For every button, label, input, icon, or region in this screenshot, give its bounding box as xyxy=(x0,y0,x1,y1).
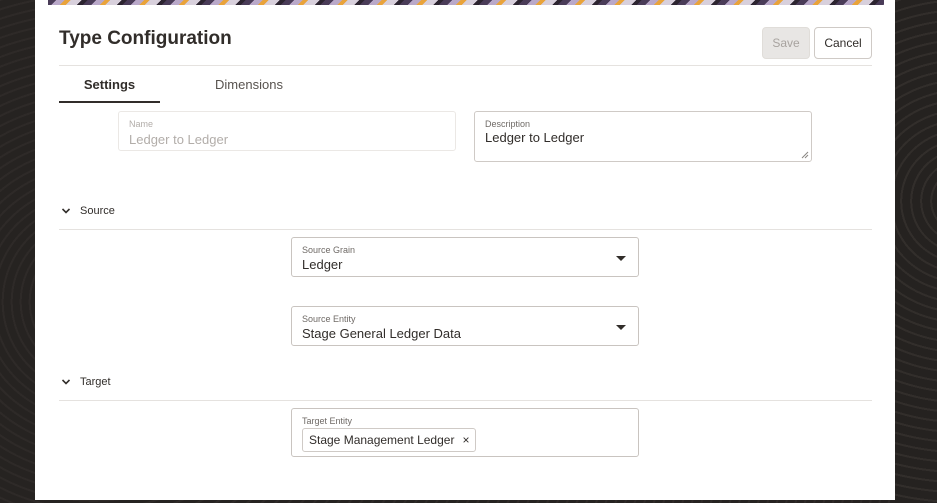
caret-down-icon xyxy=(616,325,626,330)
resize-handle-icon[interactable] xyxy=(801,151,809,159)
source-grain-select[interactable]: Source Grain Ledger xyxy=(291,237,639,277)
name-field-value: Ledger to Ledger xyxy=(129,132,229,147)
section-source-label: Source xyxy=(80,205,115,217)
source-grain-label: Source Grain xyxy=(302,245,356,255)
description-field-label: Description xyxy=(485,119,531,129)
target-entity-select[interactable]: Target Entity Stage Management Ledger × xyxy=(291,408,639,457)
target-entity-chip: Stage Management Ledger × xyxy=(302,428,477,452)
cancel-button[interactable]: Cancel xyxy=(814,27,872,59)
target-entity-label: Target Entity xyxy=(302,416,353,426)
save-button[interactable]: Save xyxy=(762,27,810,59)
close-icon[interactable]: × xyxy=(462,433,469,447)
source-entity-value: Stage General Ledger Data xyxy=(302,326,461,341)
name-field: Name Ledger to Ledger xyxy=(118,111,456,151)
background-edge xyxy=(895,0,937,503)
caret-down-icon xyxy=(616,256,626,261)
tab-dimensions[interactable]: Dimensions xyxy=(198,77,300,101)
source-grain-value: Ledger xyxy=(302,257,343,272)
target-divider xyxy=(59,400,872,401)
description-field-value: Ledger to Ledger xyxy=(485,130,585,145)
header-divider xyxy=(59,65,872,66)
source-entity-select[interactable]: Source Entity Stage General Ledger Data xyxy=(291,306,639,346)
section-target-label: Target xyxy=(80,376,111,388)
chevron-down-icon xyxy=(62,208,70,214)
page-title: Type Configuration xyxy=(59,28,232,49)
description-field[interactable]: Description Ledger to Ledger xyxy=(474,111,812,162)
section-target-toggle[interactable]: Target xyxy=(59,376,111,388)
chevron-down-icon xyxy=(62,379,70,385)
decorative-banner xyxy=(48,0,884,5)
target-entity-chip-label: Stage Management Ledger xyxy=(309,433,455,447)
tab-settings[interactable]: Settings xyxy=(59,77,160,103)
source-entity-label: Source Entity xyxy=(302,314,356,324)
name-field-label: Name xyxy=(129,119,154,129)
section-source-toggle[interactable]: Source xyxy=(59,205,115,217)
source-divider xyxy=(59,229,872,230)
